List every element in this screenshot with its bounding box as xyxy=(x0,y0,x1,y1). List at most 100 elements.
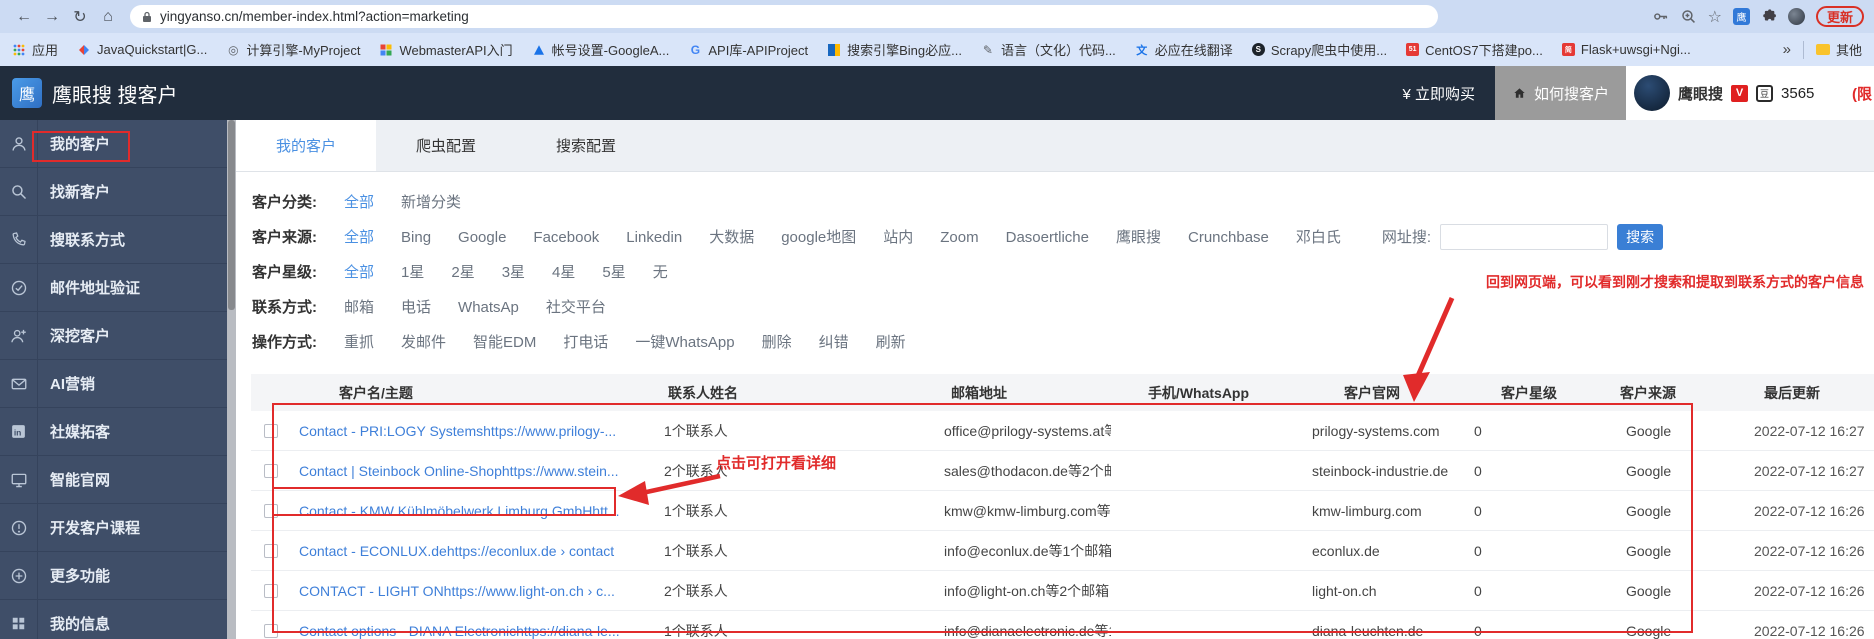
sidebar-item-more[interactable]: 更多功能 xyxy=(0,552,227,600)
sidebar-item-my-customers[interactable]: 我的客户 xyxy=(0,120,227,168)
user-avatar[interactable] xyxy=(1634,75,1670,111)
url-search-group: 网址搜: 搜索 xyxy=(1382,223,1664,250)
filter-option[interactable]: 无 xyxy=(653,264,668,281)
bookmark-item[interactable]: 帐号设置-GoogleA... xyxy=(532,40,669,59)
filter-option[interactable]: Facebook xyxy=(533,229,599,246)
filter-action[interactable]: 刷新 xyxy=(876,334,906,351)
tab-search-config[interactable]: 搜索配置 xyxy=(516,120,656,171)
filter-option[interactable]: 1星 xyxy=(401,264,424,281)
filter-option[interactable]: 站内 xyxy=(883,229,913,246)
filter-option[interactable]: 邓白氏 xyxy=(1296,229,1341,246)
sidebar-item-email-verify[interactable]: 邮件地址验证 xyxy=(0,264,227,312)
sidebar-item-deep-mine[interactable]: 深挖客户 xyxy=(0,312,227,360)
row-checkbox[interactable] xyxy=(264,543,278,558)
scrollbar-thumb[interactable] xyxy=(228,120,235,310)
buy-now-button[interactable]: ¥ 立即购买 xyxy=(1382,66,1495,120)
customer-name-link[interactable]: CONTACT - LIGHT ONhttps://www.light-on.c… xyxy=(291,583,656,599)
filter-option-active[interactable]: 全部 xyxy=(344,226,374,247)
forward-icon[interactable]: → xyxy=(38,8,66,26)
address-bar[interactable]: yingyanso.cn/member-index.html?action=ma… xyxy=(130,5,1438,28)
filter-action[interactable]: 一键WhatsApp xyxy=(635,334,734,351)
bookmark-item[interactable]: 文 必应在线翻译 xyxy=(1135,40,1233,59)
bookmark-item[interactable]: 简 Flask+uwsgi+Ngi... xyxy=(1561,42,1691,57)
row-checkbox[interactable] xyxy=(264,503,278,518)
filter-option-active[interactable]: 全部 xyxy=(344,191,374,212)
filter-action[interactable]: 智能EDM xyxy=(473,334,536,351)
row-checkbox[interactable] xyxy=(264,583,278,598)
bookmark-item[interactable]: G API库-APIProject xyxy=(688,40,808,59)
how-to-search-button[interactable]: 如何搜客户 xyxy=(1494,66,1626,120)
filter-option[interactable]: 新增分类 xyxy=(401,194,461,211)
bookmark-item[interactable]: 51 CentOS7下搭建po... xyxy=(1406,40,1543,59)
filter-option[interactable]: 4星 xyxy=(552,264,575,281)
row-checkbox[interactable] xyxy=(264,623,278,638)
url-search-input[interactable] xyxy=(1440,223,1609,250)
jianshu-icon: 简 xyxy=(1561,43,1575,56)
bookmark-star-icon[interactable]: ☆ xyxy=(1708,7,1722,27)
filter-action[interactable]: 重抓 xyxy=(344,334,374,351)
sidebar-item-smart-website[interactable]: 智能官网 xyxy=(0,456,227,504)
bookmark-apps[interactable]: 应用 xyxy=(12,40,58,59)
filter-option[interactable]: Dasoertliche xyxy=(1006,229,1089,246)
filter-option[interactable]: 大数据 xyxy=(709,229,754,246)
customer-name-link[interactable]: Contact - KMW Kühlmöbelwerk Limburg GmbH… xyxy=(291,503,656,519)
filter-option[interactable]: 2星 xyxy=(451,264,474,281)
filter-action[interactable]: 打电话 xyxy=(563,334,608,351)
reload-icon[interactable]: ↻ xyxy=(66,7,94,27)
filter-option-active[interactable]: 全部 xyxy=(344,261,374,282)
extension-yingyanso-icon[interactable]: 鹰 xyxy=(1732,8,1750,25)
browser-home-icon[interactable]: ⌂ xyxy=(94,8,122,26)
filter-option[interactable]: 社交平台 xyxy=(546,299,606,316)
customer-name-link[interactable]: Contact - ECONLUX.dehttps://econlux.de ›… xyxy=(291,543,656,559)
app-logo-icon: 鹰 xyxy=(12,78,42,108)
filter-option[interactable]: 5星 xyxy=(602,264,625,281)
filter-option[interactable]: Zoom xyxy=(940,229,978,246)
search-button[interactable]: 搜索 xyxy=(1617,223,1664,250)
user-name: 鹰眼搜 xyxy=(1678,85,1724,103)
filter-action[interactable]: 删除 xyxy=(762,334,792,351)
bookmark-item[interactable]: 搜索引擎Bing必应... xyxy=(827,40,962,59)
row-checkbox[interactable] xyxy=(264,423,278,438)
bookmark-item[interactable]: S Scrapy爬虫中使用... xyxy=(1251,40,1387,59)
filter-option[interactable]: Bing xyxy=(401,229,431,246)
filter-row-source: 客户来源: 全部 Bing Google Facebook Linkedin 大数据 go… xyxy=(252,219,1874,254)
sidebar-item-find-customers[interactable]: 找新客户 xyxy=(0,168,227,216)
bookmarks-overflow-icon[interactable]: » xyxy=(1783,41,1791,58)
filter-option[interactable]: WhatsAp xyxy=(458,299,519,316)
sidebar-item-social-media[interactable]: in 社媒拓客 xyxy=(0,408,227,456)
sidebar-item-search-contacts[interactable]: 搜联系方式 xyxy=(0,216,227,264)
table-row: Contact | Steinbock Online-Shophttps://w… xyxy=(251,451,1874,491)
content-scrollbar[interactable] xyxy=(227,120,236,639)
filter-option[interactable]: 鹰眼搜 xyxy=(1116,229,1161,246)
customer-name-link[interactable]: Contact - PRI:LOGY Systemshttps://www.pr… xyxy=(291,423,656,439)
filter-option[interactable]: 电话 xyxy=(401,299,431,316)
bookmark-item[interactable]: WebmasterAPI入门 xyxy=(379,40,513,59)
row-checkbox[interactable] xyxy=(264,463,278,478)
filter-option[interactable]: 邮箱 xyxy=(344,299,374,316)
other-bookmarks-folder[interactable]: 其他 xyxy=(1815,40,1862,59)
key-icon[interactable] xyxy=(1652,8,1669,25)
filter-option[interactable]: google地图 xyxy=(781,229,856,246)
bookmark-item[interactable]: ◎ 计算引擎-MyProject xyxy=(226,40,360,59)
filter-option[interactable]: Crunchbase xyxy=(1188,229,1269,246)
filter-action[interactable]: 纠错 xyxy=(819,334,849,351)
bookmark-item[interactable]: ✎ 语言（文化）代码... xyxy=(981,40,1116,59)
tab-my-customers[interactable]: 我的客户 xyxy=(236,120,376,171)
filter-option[interactable]: 3星 xyxy=(502,264,525,281)
back-icon[interactable]: ← xyxy=(10,8,38,26)
filter-option[interactable]: Linkedin xyxy=(626,229,682,246)
tab-crawler-config[interactable]: 爬虫配置 xyxy=(376,120,516,171)
sidebar-item-ai-marketing[interactable]: AI营销 xyxy=(0,360,227,408)
browser-update-button[interactable]: 更新 xyxy=(1815,6,1864,27)
zoom-icon[interactable] xyxy=(1680,8,1697,25)
puzzle-extensions-icon[interactable] xyxy=(1761,8,1777,25)
sidebar-item-course[interactable]: 开发客户课程 xyxy=(0,504,227,552)
plus-circle-icon xyxy=(0,552,38,599)
browser-profile-avatar[interactable] xyxy=(1787,8,1805,25)
customer-name-link[interactable]: Contact options - DIANA Electronichttps:… xyxy=(291,623,656,639)
filter-action[interactable]: 发邮件 xyxy=(401,334,446,351)
sidebar-item-my-info[interactable]: 我的信息 xyxy=(0,600,227,639)
bookmark-item[interactable]: JavaQuickstart|G... xyxy=(77,42,207,57)
customer-name-link[interactable]: Contact | Steinbock Online-Shophttps://w… xyxy=(291,463,656,479)
filter-option[interactable]: Google xyxy=(458,229,506,246)
